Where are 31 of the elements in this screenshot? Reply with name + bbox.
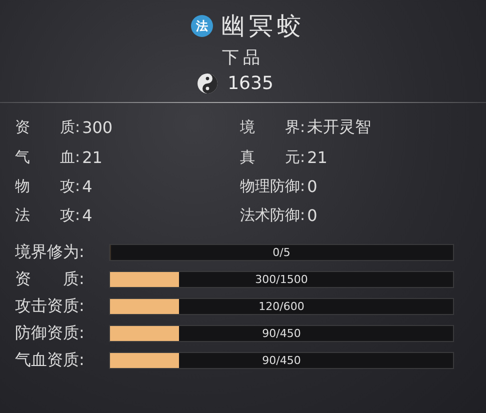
stat-value: 0 bbox=[307, 206, 318, 225]
stat-value: 21 bbox=[307, 148, 328, 167]
stat-value: 未开灵智 bbox=[307, 117, 372, 138]
stat-value: 300 bbox=[82, 118, 113, 137]
stat-value: 21 bbox=[82, 148, 102, 167]
stat-label: 境 界: bbox=[240, 118, 306, 137]
stat-label: 真 元: bbox=[240, 148, 306, 167]
stat-value: 4 bbox=[82, 206, 92, 225]
progress-reading: 90/450 bbox=[261, 326, 302, 340]
bar-label: 资 质: bbox=[15, 268, 86, 290]
bar-label: 攻击资质: bbox=[15, 296, 86, 316]
stat-label: 法 攻: bbox=[15, 206, 80, 225]
progress-reading: 120/600 bbox=[258, 298, 306, 314]
grade-label: 下品 bbox=[222, 47, 264, 69]
stat-label: 气 血: bbox=[15, 148, 80, 167]
stat-value: 0 bbox=[307, 177, 318, 196]
points-value: 1635 bbox=[228, 73, 274, 94]
stat-label: 物 攻: bbox=[15, 177, 80, 196]
creature-name: 幽冥蛟 bbox=[221, 11, 305, 42]
stat-label: 法术防御: bbox=[240, 206, 306, 225]
type-badge: 法 bbox=[191, 15, 213, 37]
bar-label: 境界修为: bbox=[15, 242, 86, 262]
yin-yang-icon bbox=[196, 73, 218, 94]
progress-reading: 0/5 bbox=[272, 244, 292, 260]
bar-label: 气血资质: bbox=[15, 350, 86, 370]
stat-value: 4 bbox=[82, 177, 92, 196]
stat-label: 资 质: bbox=[15, 118, 80, 137]
progress-reading: 90/450 bbox=[261, 352, 302, 368]
progress-reading: 300/1500 bbox=[254, 272, 309, 286]
bar-label: 防御资质: bbox=[15, 322, 86, 344]
stat-label: 物理防御: bbox=[240, 177, 306, 196]
